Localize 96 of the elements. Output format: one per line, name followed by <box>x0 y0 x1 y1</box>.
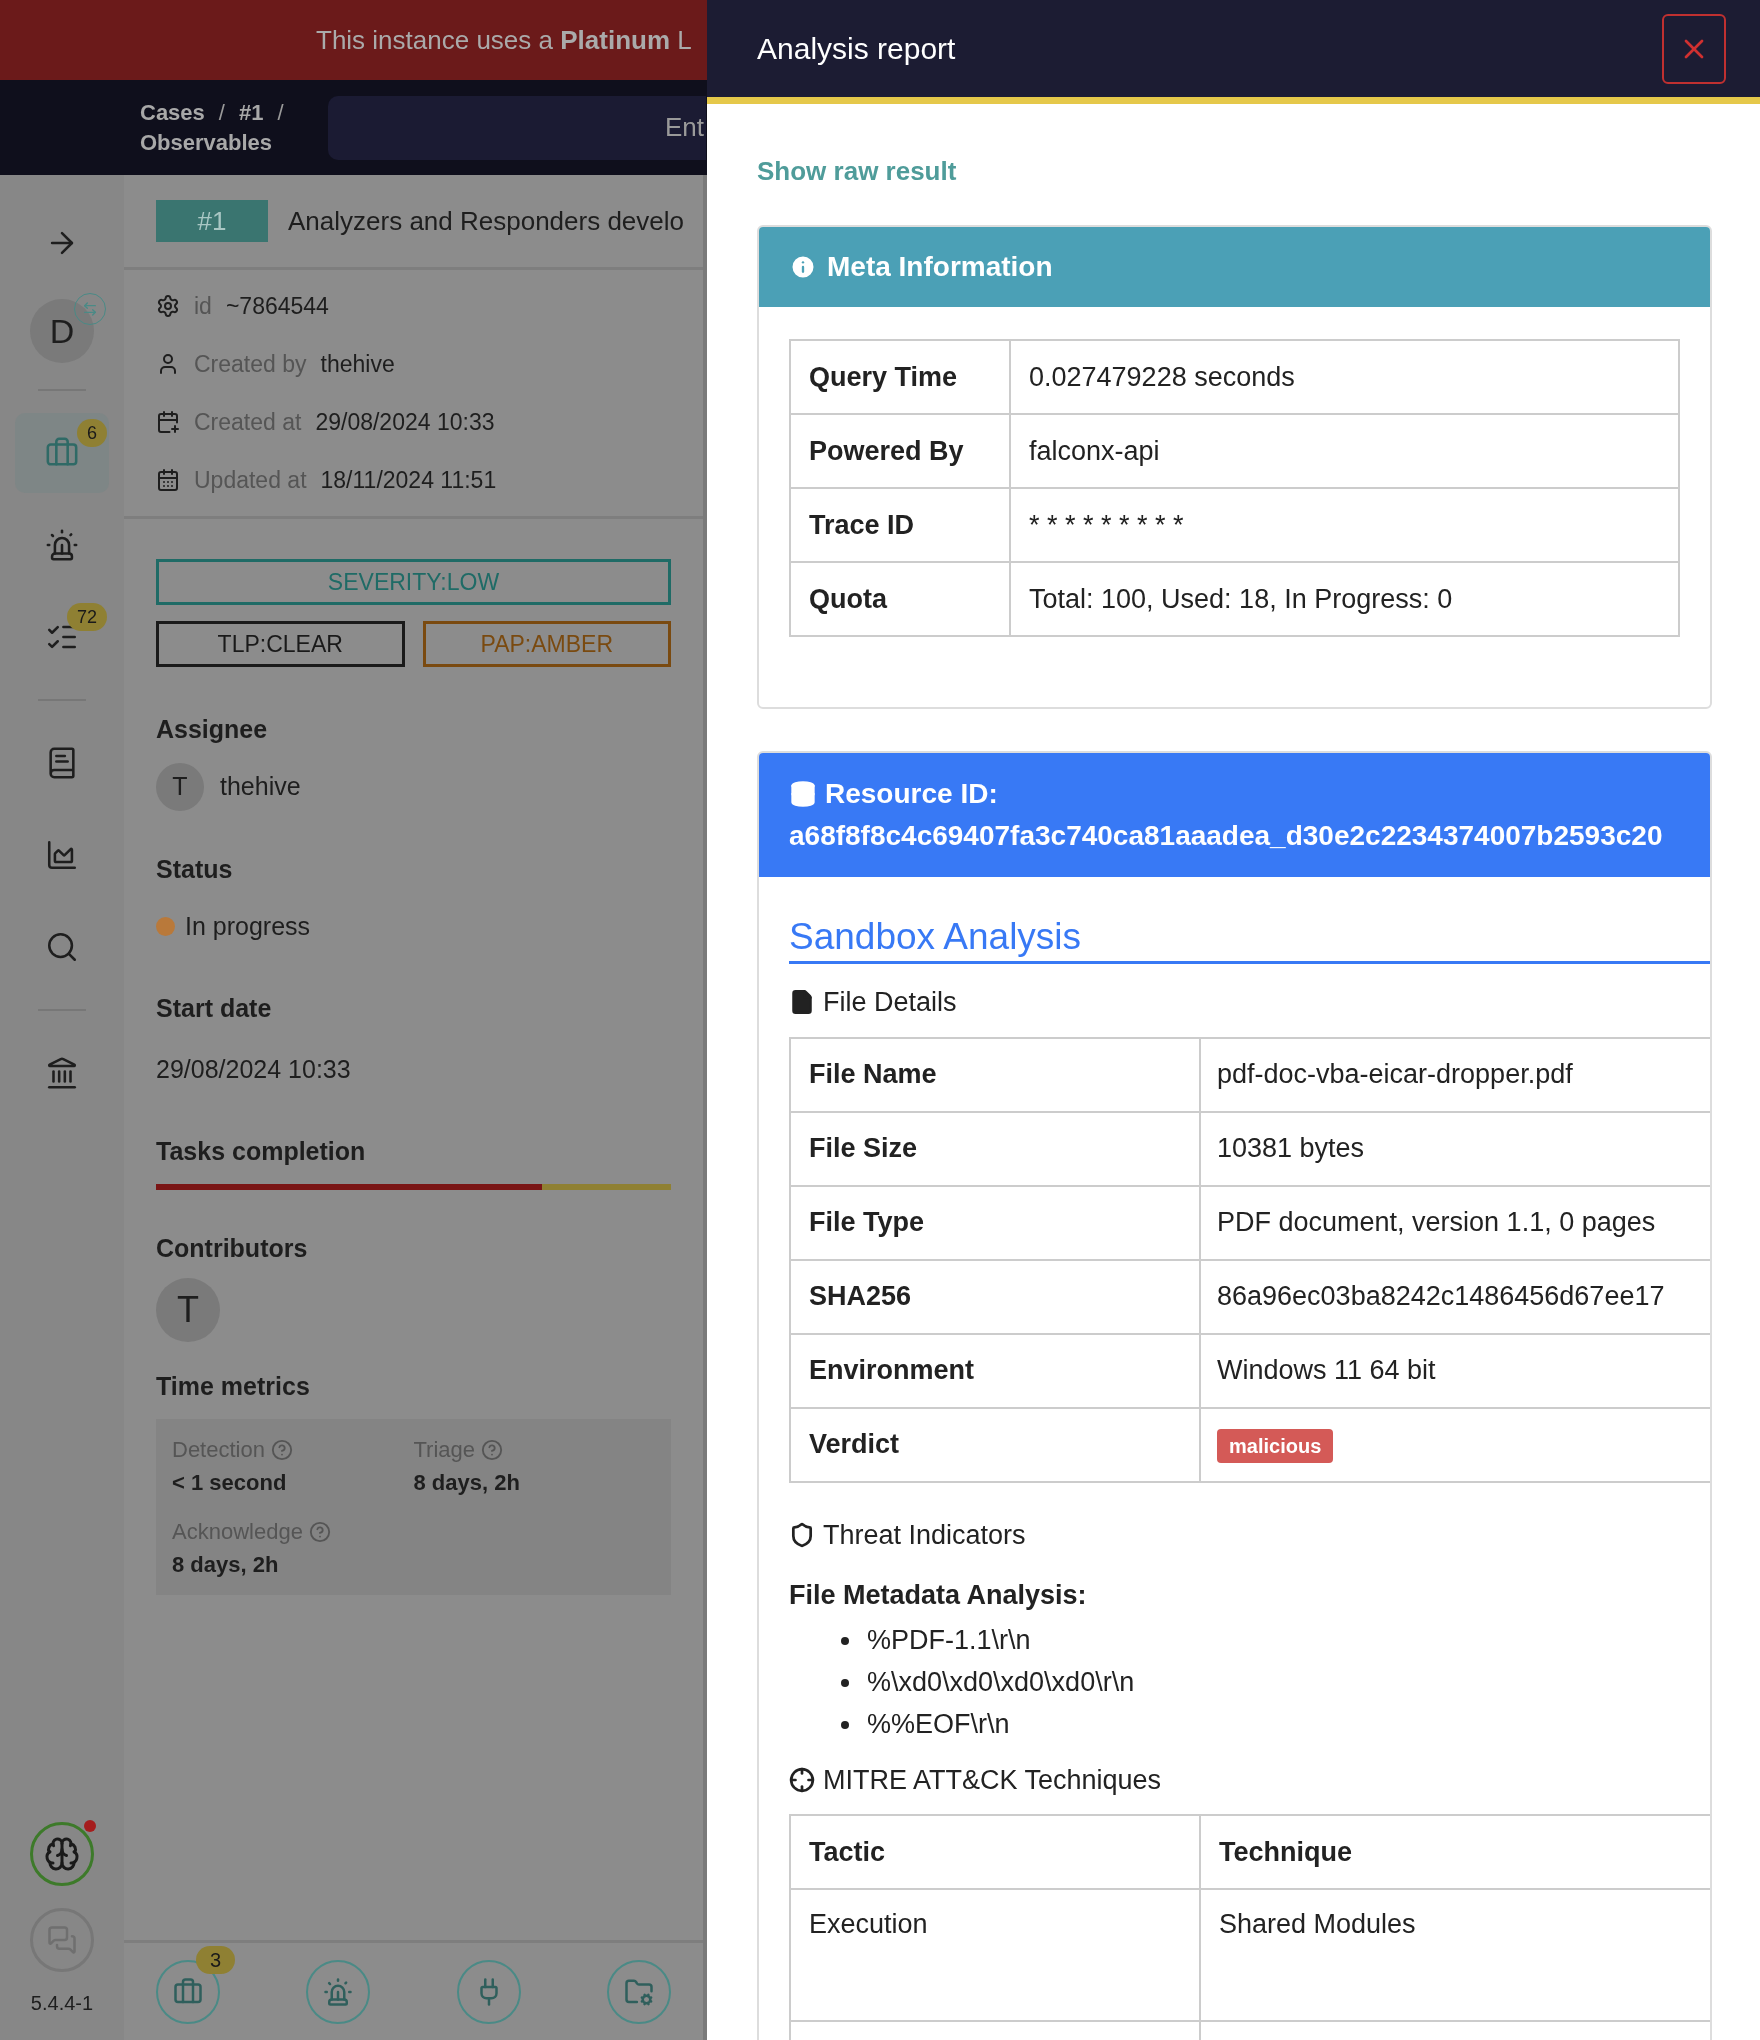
assistant-button[interactable] <box>30 1822 94 1886</box>
calendar-icon <box>156 468 180 492</box>
nav-button[interactable] <box>607 1959 671 2024</box>
chat-icon <box>47 1925 77 1955</box>
table-cell: Total: 100, Used: 18, In Progress: 0 <box>1010 562 1679 636</box>
brain-icon <box>44 1836 80 1872</box>
section-title: Sandbox Analysis <box>789 915 1083 959</box>
count-badge: 72 <box>66 603 107 631</box>
subsection-title: Threat Indicators <box>823 1518 1026 1552</box>
metric-value: 8 days, 2h <box>172 1551 280 1579</box>
siren-icon <box>45 528 79 562</box>
breadcrumb-separator: / <box>218 98 225 127</box>
time-metrics-heading: Time metrics <box>156 1370 311 1402</box>
breadcrumb-link[interactable]: Cases <box>140 97 205 128</box>
bank-icon <box>45 1056 79 1090</box>
status-heading: Status <box>156 853 234 885</box>
resource-id: a68f8f8c4c69407fa3c740ca81aaadea_d30e2c2234374007b2593c20 <box>789 819 1663 853</box>
status-value: In progress <box>185 911 311 942</box>
list-heading: File Metadata Analysis: <box>789 1579 1088 1612</box>
nav-button[interactable] <box>456 1959 521 2024</box>
avatar: T <box>156 1277 220 1342</box>
nav-button[interactable] <box>306 1959 371 2024</box>
table-cell: * * * * * * * * * <box>1010 488 1679 562</box>
siren-icon <box>323 1976 354 2007</box>
detail-value: 29/08/2024 10:33 <box>315 407 495 437</box>
subsection-title: MITRE ATT&CK Techniques <box>823 1763 1162 1797</box>
bullet-icon <box>841 1720 849 1729</box>
area-chart-icon <box>45 838 79 872</box>
breadcrumb-link[interactable]: #1 <box>238 97 264 128</box>
tag: SEVERITY:LOW <box>156 559 671 605</box>
verdict-badge: malicious <box>1217 1429 1334 1464</box>
table-cell: File Size <box>790 1111 1200 1186</box>
license-text: This instance uses a Platinum L <box>316 23 692 57</box>
card-title: Meta Information <box>827 250 1053 284</box>
metric-value: 8 days, 2h <box>413 1469 521 1497</box>
detail-value: 18/11/2024 11:51 <box>320 465 497 495</box>
table-cell: falconx-api <box>1010 414 1679 488</box>
version-label: 5.4.4-1 <box>30 1991 94 2016</box>
case-number-badge: #1 <box>156 200 268 242</box>
table-cell: 0.027479228 seconds <box>1010 340 1679 414</box>
search-field[interactable]: Ent <box>328 95 706 160</box>
breadcrumb-separator: / <box>277 98 284 127</box>
table-cell: File Name <box>790 1037 1200 1112</box>
table-cell: Powered By <box>790 414 1010 488</box>
user-avatar[interactable]: D <box>30 299 94 363</box>
table-cell: Quota <box>790 562 1010 636</box>
info-icon <box>789 253 817 281</box>
raw-result-link[interactable]: Show raw result <box>757 152 957 191</box>
metric-value: < 1 second <box>172 1469 288 1497</box>
search-icon <box>45 930 79 964</box>
help-icon[interactable] <box>270 1438 293 1461</box>
detail-value: thehive <box>320 349 395 379</box>
resource-label: Resource ID: <box>825 777 998 811</box>
chat-button[interactable] <box>30 1908 94 1972</box>
gear-icon <box>156 294 180 318</box>
database-icon <box>789 780 817 808</box>
tag: TLP:CLEAR <box>156 621 405 667</box>
case-title: Analyzers and Responders develo <box>288 204 685 238</box>
tag: PAP:AMBER <box>422 621 671 667</box>
list-item: %%EOF\r\n <box>867 1708 1010 1742</box>
contributors-heading: Contributors <box>156 1233 309 1264</box>
sidebar-item[interactable]: 6 <box>15 413 109 493</box>
close-button[interactable] <box>1662 13 1726 84</box>
table-cell: File Type <box>790 1185 1200 1260</box>
assignee-heading: Assignee <box>156 714 269 745</box>
bullet-icon <box>841 1636 849 1645</box>
detail-value: ~7864544 <box>225 291 329 321</box>
table-cell: SHA256 <box>790 1259 1200 1334</box>
start-date-heading: Start date <box>156 992 273 1024</box>
calendar-plus-icon <box>156 410 180 434</box>
avatar: T <box>156 762 204 811</box>
start-date-value: 29/08/2024 10:33 <box>156 1054 352 1085</box>
list-item: %\xd0\xd0\xd0\xd0\r\n <box>867 1666 1135 1700</box>
sidebar-item[interactable]: 72 <box>15 597 109 677</box>
help-icon[interactable] <box>481 1438 504 1461</box>
tasks-completion-heading: Tasks completion <box>156 1135 367 1167</box>
table-cell: Query Time <box>790 340 1010 414</box>
help-icon[interactable] <box>308 1520 331 1543</box>
table-cell: Verdict <box>790 1407 1200 1482</box>
bullet-icon <box>841 1678 849 1687</box>
breadcrumb-link[interactable]: Observables <box>140 127 273 158</box>
table-cell: Environment <box>790 1333 1200 1408</box>
list-item: %PDF-1.1\r\n <box>867 1624 1031 1658</box>
count-badge: 3 <box>196 1945 236 1974</box>
subsection-title: File Details <box>823 986 957 1019</box>
crosshair-icon <box>789 1766 815 1793</box>
table-cell: Trace ID <box>790 488 1010 562</box>
column-header: Technique <box>1200 1815 1710 1889</box>
file-icon <box>789 989 815 1016</box>
count-badge: 6 <box>77 419 107 447</box>
column-header: Tactic <box>790 1815 1200 1889</box>
drawer-title: Analysis report <box>757 31 956 67</box>
assignee-name: thehive <box>220 770 301 802</box>
table-cell: Execution <box>790 1889 1200 2021</box>
table-cell: pdf-doc-vba-eicar-dropper.pdf <box>1200 1037 1710 1112</box>
shield-icon <box>789 1521 815 1548</box>
